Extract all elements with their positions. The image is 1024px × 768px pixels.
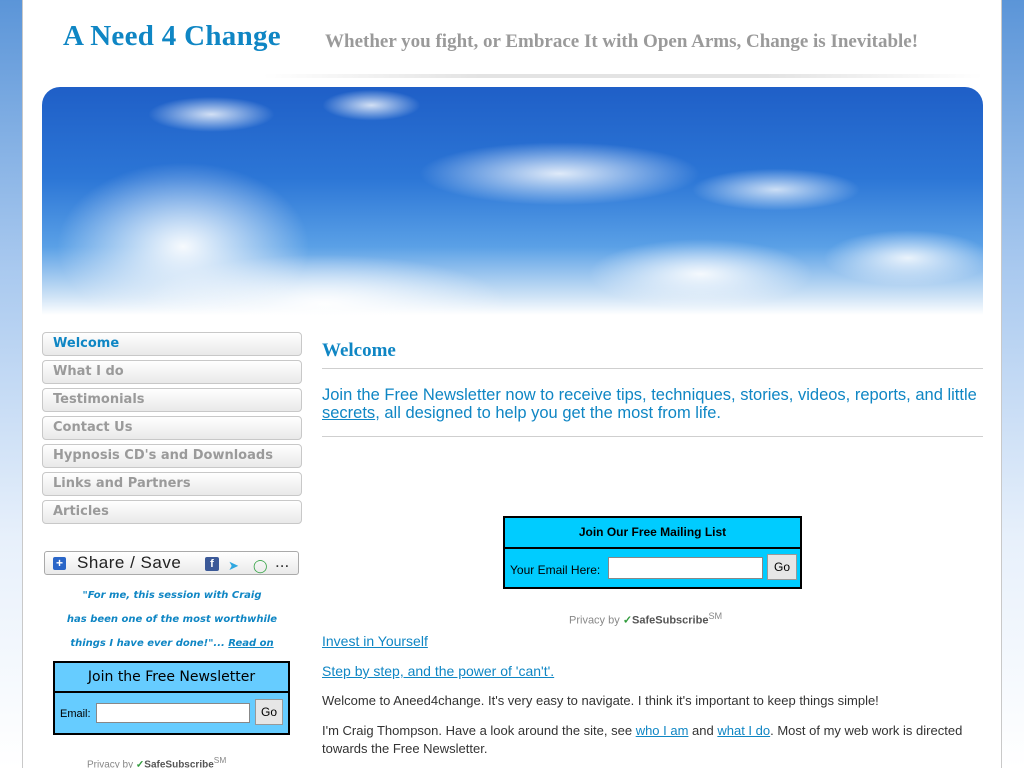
- page-title: Welcome: [322, 340, 396, 361]
- title-divider: [322, 368, 983, 369]
- service-mark: SM: [708, 611, 723, 621]
- more-share-options[interactable]: ...: [275, 551, 289, 573]
- nav-item-hypnosis-cds[interactable]: Hypnosis CD's and Downloads: [42, 444, 302, 468]
- nav-item-contact-us[interactable]: Contact Us: [42, 416, 302, 440]
- nav-item-testimonials[interactable]: Testimonials: [42, 388, 302, 412]
- mailing-privacy-note: Privacy by ✓SafeSubscribeSM: [569, 611, 722, 627]
- safesubscribe-check-icon: ✓: [622, 614, 633, 627]
- read-on-link[interactable]: Read on: [228, 638, 273, 649]
- mailing-go-button[interactable]: Go: [767, 554, 797, 580]
- nav-item-welcome[interactable]: Welcome: [42, 332, 302, 356]
- quote-line: "For me, this session with Craig: [82, 590, 262, 601]
- lead-text: Join the Free Newsletter now to receive …: [322, 386, 977, 404]
- quote-line: has been one of the most worthwhile: [66, 614, 278, 625]
- nav-item-articles[interactable]: Articles: [42, 500, 302, 524]
- quote-line-last: things I have ever done!"... Read on: [42, 632, 302, 656]
- testimonial-quote: "For me, this session with Craig has bee…: [42, 584, 302, 656]
- sidebar-email-input[interactable]: [96, 703, 250, 723]
- mailing-heading: Join Our Free Mailing List: [505, 518, 800, 549]
- nav-item-links-partners[interactable]: Links and Partners: [42, 472, 302, 496]
- intro-text: and: [688, 723, 718, 738]
- nav-item-what-i-do[interactable]: What I do: [42, 360, 302, 384]
- mailing-list-form: Join Our Free Mailing List Your Email He…: [503, 516, 802, 589]
- quote-line: things I have ever done!"...: [70, 638, 225, 649]
- sidebar-nav: Welcome What I do Testimonials Contact U…: [42, 332, 303, 524]
- header-divider: [263, 74, 983, 78]
- invest-in-yourself-link[interactable]: Invest in Yourself: [322, 633, 428, 649]
- safesubscribe-brand[interactable]: SafeSubscribe: [144, 759, 213, 768]
- sidebar-newsletter-form: Join the Free Newsletter Email: Go: [53, 661, 290, 735]
- share-save-label: Share / Save: [77, 553, 182, 572]
- mailing-email-input[interactable]: [608, 557, 763, 579]
- plus-icon: +: [53, 557, 66, 570]
- safesubscribe-brand[interactable]: SafeSubscribe: [632, 615, 708, 627]
- email-label: Email:: [60, 708, 91, 720]
- newsletter-heading: Join the Free Newsletter: [55, 663, 288, 693]
- site-tagline: Whether you fight, or Embrace It with Op…: [325, 31, 919, 52]
- welcome-paragraph: Welcome to Aneed4change. It's very easy …: [322, 693, 879, 708]
- lead-text-end: , all designed to help you get the most …: [375, 404, 721, 422]
- intro-text: I'm Craig Thompson. Have a look around t…: [322, 723, 636, 738]
- step-by-step-link[interactable]: Step by step, and the power of 'can't'.: [322, 663, 554, 679]
- lead-divider: [322, 436, 983, 437]
- site-title[interactable]: A Need 4 Change: [63, 20, 281, 53]
- sidebar-go-button[interactable]: Go: [255, 699, 283, 725]
- service-mark: SM: [213, 755, 227, 765]
- privacy-prefix: Privacy by: [569, 614, 620, 627]
- who-i-am-link[interactable]: who I am: [636, 723, 689, 738]
- page: A Need 4 Change Whether you fight, or Em…: [22, 0, 1002, 768]
- intro-paragraph: I'm Craig Thompson. Have a look around t…: [322, 722, 983, 758]
- privacy-prefix: Privacy by: [87, 759, 134, 768]
- sky-banner-image: [42, 87, 983, 315]
- secrets-link[interactable]: secrets: [322, 404, 375, 422]
- email-label: Your Email Here:: [510, 563, 601, 577]
- twitter-icon[interactable]: ➤: [228, 555, 239, 577]
- newsletter-lead: Join the Free Newsletter now to receive …: [322, 386, 983, 422]
- sidebar-privacy-note: Privacy by ✓SafeSubscribeSM: [87, 755, 226, 768]
- share-network-icon[interactable]: ◯: [253, 555, 268, 577]
- site-header: A Need 4 Change Whether you fight, or Em…: [23, 0, 1001, 80]
- share-save-button[interactable]: + Share / Save f ➤ ◯ ...: [44, 551, 299, 575]
- sidebar: Welcome What I do Testimonials Contact U…: [42, 332, 303, 768]
- what-i-do-link[interactable]: what I do: [717, 723, 770, 738]
- facebook-icon[interactable]: f: [205, 557, 219, 571]
